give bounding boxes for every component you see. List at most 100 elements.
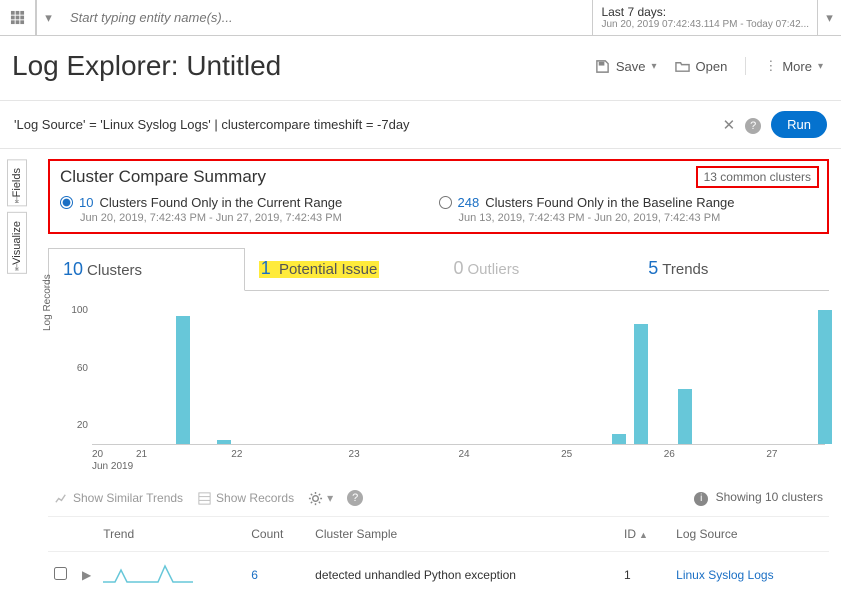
query-help-button[interactable]: ?	[745, 116, 761, 134]
side-tab-visualize[interactable]: ⇥ Visualize	[7, 212, 27, 274]
table-row: ▶ 6 detected unhandled Python exception …	[48, 552, 829, 598]
folder-open-icon	[675, 59, 690, 74]
header-actions: Save▾ Open ⋮ More▾	[595, 57, 823, 75]
entity-search-input[interactable]	[60, 0, 592, 35]
tab-clusters[interactable]: 10Clusters	[48, 248, 245, 291]
sample-cell: detected unhandled Python exception	[309, 552, 618, 598]
save-button[interactable]: Save▾	[595, 59, 657, 74]
top-bar: ▾ Last 7 days: Jun 20, 2019 07:42:43.114…	[0, 0, 841, 36]
time-range-sub: Jun 20, 2019 07:42:43.114 PM - Today 07:…	[601, 19, 809, 30]
query-input[interactable]: 'Log Source' = 'Linux Syslog Logs' | clu…	[14, 117, 713, 132]
y-axis-label: Log Records	[42, 274, 53, 331]
result-tabs: 10Clusters 1 Potential Issue 0Outliers 5…	[48, 248, 829, 291]
time-range-picker[interactable]: Last 7 days: Jun 20, 2019 07:42:43.114 P…	[592, 0, 817, 35]
histogram-bar[interactable]	[176, 316, 190, 444]
clear-query-button[interactable]: ✕	[723, 116, 736, 134]
show-records-button[interactable]: Show Records	[197, 491, 294, 506]
main-panel: Cluster Compare Summary 13 common cluste…	[34, 149, 841, 609]
run-button[interactable]: Run	[771, 111, 827, 138]
close-icon: ✕	[723, 117, 736, 134]
save-icon	[595, 59, 610, 74]
chevron-down-icon: ▾	[652, 61, 657, 72]
baseline-range-option[interactable]: 248 Clusters Found Only in the Baseline …	[439, 195, 818, 224]
more-button[interactable]: ⋮ More▾	[764, 58, 823, 74]
results-table: Trend Count Cluster Sample ID▲ Log Sourc…	[48, 517, 829, 597]
showing-count: i Showing 10 clusters	[694, 490, 823, 506]
col-id[interactable]: ID▲	[618, 517, 670, 552]
help-icon: ?	[347, 490, 363, 506]
current-range-dates: Jun 20, 2019, 7:42:43 PM - Jun 27, 2019,…	[80, 212, 439, 224]
trends-icon	[54, 491, 69, 506]
histogram-bar[interactable]	[217, 440, 231, 444]
trend-cell	[97, 552, 245, 598]
y-axis: 100 60 20	[52, 305, 92, 445]
x-tick: 24	[459, 449, 470, 460]
tab-potential-issue[interactable]: 1 Potential Issue	[245, 248, 440, 290]
page-title: Log Explorer: Untitled	[12, 50, 595, 82]
time-range-label: Last 7 days:	[601, 5, 809, 19]
settings-button[interactable]: ▾	[308, 491, 333, 506]
current-range-radio[interactable]	[60, 196, 73, 209]
histogram-chart: Log Records 100 60 20 2021222324252627 J…	[48, 291, 829, 472]
time-range-caret[interactable]: ▾	[817, 0, 841, 35]
common-clusters-link[interactable]: 13 common clusters	[696, 166, 819, 188]
col-trend[interactable]: Trend	[97, 517, 245, 552]
pin-icon: ⇥	[12, 196, 22, 204]
x-tick: 23	[349, 449, 360, 460]
tab-outliers[interactable]: 0Outliers	[440, 248, 635, 290]
chevron-down-icon: ▾	[327, 491, 333, 505]
x-tick: 27	[766, 449, 777, 460]
body: ⇥ Fields ⇥ Visualize Cluster Compare Sum…	[0, 149, 841, 609]
grid-icon	[10, 10, 25, 25]
histogram-bar[interactable]	[818, 310, 832, 444]
x-axis: 20 21 22 23 24 25 26 27	[92, 445, 825, 459]
app-menu-caret[interactable]: ▾	[36, 0, 60, 35]
page-header: Log Explorer: Untitled Save▾ Open ⋮ More…	[0, 36, 841, 100]
cluster-compare-summary: Cluster Compare Summary 13 common cluste…	[48, 159, 829, 234]
x-axis-sublabel: Jun 2019	[92, 461, 825, 472]
show-similar-trends-button[interactable]: Show Similar Trends	[54, 491, 183, 506]
col-sample[interactable]: Cluster Sample	[309, 517, 618, 552]
x-tick: 26	[664, 449, 675, 460]
help-icon: ?	[745, 118, 761, 134]
chevron-down-icon: ▾	[45, 10, 52, 26]
tab-trends[interactable]: 5Trends	[634, 248, 829, 290]
chevron-down-icon: ▾	[826, 10, 833, 26]
baseline-range-radio[interactable]	[439, 196, 452, 209]
id-cell: 1	[618, 552, 670, 598]
kebab-icon: ⋮	[764, 58, 776, 74]
sort-asc-icon: ▲	[639, 530, 648, 540]
x-tick: 22	[231, 449, 242, 460]
toolbar-help-button[interactable]: ?	[347, 490, 363, 506]
divider	[745, 57, 746, 75]
query-bar: 'Log Source' = 'Linux Syslog Logs' | clu…	[0, 100, 841, 149]
chevron-down-icon: ▾	[818, 61, 823, 72]
records-icon	[197, 491, 212, 506]
x-tick: 21	[136, 449, 147, 460]
x-tick: 25	[561, 449, 572, 460]
expand-row-icon[interactable]: ▶	[82, 568, 91, 582]
source-link[interactable]: Linux Syslog Logs	[676, 568, 773, 582]
table-header-row: Trend Count Cluster Sample ID▲ Log Sourc…	[48, 517, 829, 552]
sparkline-icon	[103, 562, 193, 584]
col-source[interactable]: Log Source	[670, 517, 829, 552]
results-toolbar: Show Similar Trends Show Records ▾ ? i S…	[48, 478, 829, 517]
info-icon: i	[694, 492, 708, 506]
plot-area[interactable]	[92, 305, 825, 445]
app-menu-button[interactable]	[0, 0, 36, 35]
side-tab-fields[interactable]: ⇥ Fields	[7, 159, 27, 206]
histogram-bar[interactable]	[612, 434, 626, 444]
open-button[interactable]: Open	[675, 59, 728, 74]
histogram-bar[interactable]	[678, 389, 692, 444]
row-checkbox[interactable]	[54, 567, 67, 580]
col-count[interactable]: Count	[245, 517, 309, 552]
baseline-range-dates: Jun 13, 2019, 7:42:43 PM - Jun 20, 2019,…	[459, 212, 818, 224]
histogram-bar[interactable]	[634, 324, 648, 444]
count-link[interactable]: 6	[251, 568, 258, 582]
current-range-option[interactable]: 10 Clusters Found Only in the Current Ra…	[60, 195, 439, 224]
summary-title: Cluster Compare Summary	[60, 167, 696, 187]
side-tabs: ⇥ Fields ⇥ Visualize	[0, 149, 34, 609]
pin-icon: ⇥	[12, 264, 22, 272]
gear-icon	[308, 491, 323, 506]
x-tick: 20	[92, 449, 103, 460]
